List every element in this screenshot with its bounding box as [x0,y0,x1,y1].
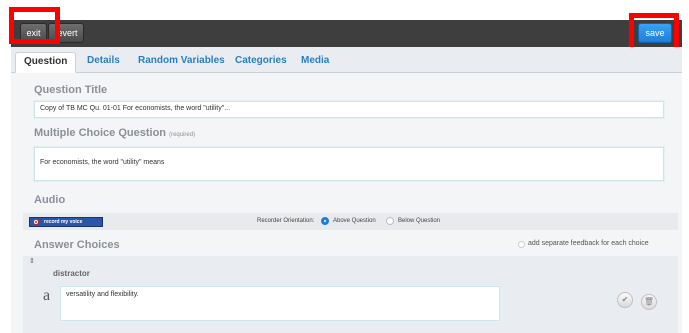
editor-toolbar: exit revert save [11,20,682,47]
question-title-input[interactable]: Copy of TB MC Qu. 01-01 For economists, … [34,101,664,118]
save-button[interactable]: save [638,23,672,43]
record-voice-button[interactable]: record my voice [29,217,103,227]
answer-choices-heading: Answer Choices [34,239,120,251]
choice-type-label: distractor [53,269,90,278]
drag-handle-icon[interactable]: ⇕ [29,257,35,265]
record-icon [33,219,39,225]
audio-recorder-row: record my voice Recorder Orientation: Ab… [23,213,678,230]
recorder-orientation-label: Recorder Orientation: [257,218,315,224]
tab-random-variables[interactable]: Random Variables [130,52,233,73]
check-icon: ✔ [621,295,629,304]
record-voice-label: record my voice [44,219,83,225]
tab-details[interactable]: Details [79,52,128,73]
separate-feedback-label: add separate feedback for each choice [528,240,649,247]
tab-bar: Question Details Random Variables Catego… [11,47,682,73]
separate-feedback-checkbox[interactable] [518,241,525,248]
radio-above-question[interactable] [321,217,329,225]
tab-media[interactable]: Media [293,52,337,73]
required-note: (required) [169,132,196,138]
tab-categories[interactable]: Categories [227,52,295,73]
delete-choice-button[interactable]: 🗑 [641,294,657,310]
radio-below-question[interactable] [386,217,394,225]
tab-question[interactable]: Question [15,52,77,73]
trash-icon: 🗑 [643,297,655,306]
exit-button[interactable]: exit [20,23,47,43]
revert-button[interactable]: revert [48,23,84,43]
choice-text-input[interactable]: versatility and flexibility. [60,286,500,321]
question-title-heading: Question Title [34,84,108,96]
above-question-label: Above Question [333,218,376,224]
answer-choice-item: ⇕ distractor a versatility and flexibili… [23,256,678,333]
choice-letter: a [43,287,51,304]
mc-question-heading-text: Multiple Choice Question [34,127,167,139]
audio-heading: Audio [34,194,66,206]
below-question-label: Below Question [398,218,441,224]
mc-question-input[interactable]: For economists, the word "utility" means [34,147,664,181]
mark-correct-button[interactable]: ✔ [617,292,633,308]
mc-question-heading: Multiple Choice Question (required) [34,127,195,139]
